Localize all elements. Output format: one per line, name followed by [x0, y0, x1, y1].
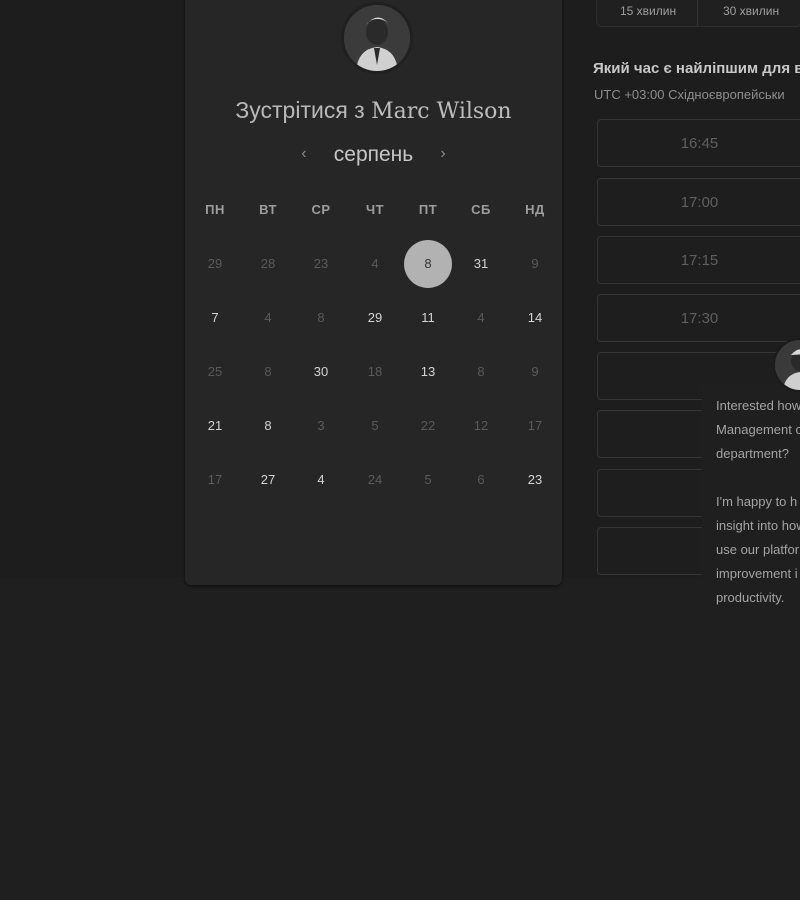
time-slot[interactable]: 16:45 [597, 119, 800, 167]
calendar-card: Зустрітися з Marc Wilson ‹ серпень › ПН … [185, 0, 562, 585]
weekday-label: ПТ [418, 202, 438, 217]
unavailable-day: 8 [317, 310, 325, 325]
host-name: Marc Wilson [371, 99, 512, 124]
chevron-right-icon[interactable]: › [433, 145, 453, 163]
duration-30-button[interactable]: 30 хвилин [723, 4, 779, 18]
time-slot[interactable]: 17:00 [597, 178, 800, 226]
month-label: серпень [333, 143, 414, 166]
unavailable-day: 3 [317, 418, 325, 433]
unavailable-day: 9 [531, 256, 539, 271]
chat-line: Management c [716, 422, 800, 437]
available-day[interactable]: 11 [403, 293, 453, 343]
unavailable-day: 28 [260, 256, 276, 271]
unavailable-day: 9 [531, 364, 539, 379]
time-question: Який час є найліпшим для в [593, 60, 800, 77]
time-slot-label: 16:45 [680, 135, 719, 152]
weekday-label: ПН [205, 202, 225, 217]
unavailable-day: 25 [207, 364, 223, 379]
weekday-label: НД [525, 202, 545, 217]
available-day[interactable]: 7 [190, 293, 240, 343]
unavailable-day: 17 [527, 418, 543, 433]
chat-line [716, 466, 800, 490]
unavailable-day: 18 [367, 364, 383, 379]
available-day[interactable]: 30 [296, 347, 346, 397]
time-slot-label: 17:00 [680, 194, 719, 211]
chat-line: department? [716, 446, 789, 461]
host-avatar [341, 2, 413, 74]
weekday-label: СР [311, 202, 331, 217]
available-day[interactable]: 21 [190, 401, 240, 451]
month-navigation: ‹ серпень › [185, 143, 562, 167]
available-day[interactable]: 23 [510, 455, 560, 505]
page-title: Зустрітися з Marc Wilson [185, 97, 562, 124]
chevron-left-icon[interactable]: ‹ [294, 145, 314, 163]
title-prefix: Зустрітися з [235, 97, 365, 123]
available-day[interactable]: 4 [296, 455, 346, 505]
time-slot-label: 17:30 [680, 310, 719, 327]
available-day[interactable]: 14 [510, 293, 560, 343]
available-day[interactable]: 31 [456, 239, 506, 289]
chat-line: productivity. [716, 590, 785, 605]
chat-line: insight into how [716, 518, 800, 533]
weekday-label: ЧТ [365, 202, 385, 217]
unavailable-day: 23 [313, 256, 329, 271]
duration-selector: 15 хвилин 30 хвилин [596, 0, 800, 27]
chat-line: Interested how [716, 398, 800, 413]
weekday-label: ВТ [259, 202, 277, 217]
unavailable-day: 17 [207, 472, 223, 487]
time-slot-label: 17:15 [680, 252, 719, 269]
unavailable-day: 8 [264, 364, 272, 379]
duration-15-button[interactable]: 15 хвилин [620, 4, 676, 18]
duration-divider [697, 0, 698, 26]
chat-line: use our platfor [716, 542, 800, 557]
timezone-label[interactable]: UTC +03:00 Східноєвропейськи [594, 87, 785, 102]
unavailable-day: 4 [371, 256, 379, 271]
unavailable-day: 24 [367, 472, 383, 487]
available-day[interactable]: 27 [243, 455, 293, 505]
chat-line: improvement i [716, 566, 798, 581]
unavailable-day: 4 [264, 310, 272, 325]
unavailable-day: 5 [424, 472, 432, 487]
unavailable-day: 6 [477, 472, 485, 487]
selected-day[interactable]: 8 [403, 239, 453, 289]
chat-message: Interested how Management c department? … [716, 394, 800, 610]
unavailable-day: 5 [371, 418, 379, 433]
available-day[interactable]: 8 [243, 401, 293, 451]
unavailable-day: 22 [420, 418, 436, 433]
unavailable-day: 12 [473, 418, 489, 433]
available-day[interactable]: 13 [403, 347, 453, 397]
unavailable-day: 29 [207, 256, 223, 271]
time-slot[interactable]: 17:15 [597, 236, 800, 284]
unavailable-day: 4 [477, 310, 485, 325]
time-slot[interactable]: 17:30 [597, 294, 800, 342]
weekday-label: СБ [471, 202, 491, 217]
chat-line: I'm happy to h [716, 494, 798, 509]
unavailable-day: 8 [477, 364, 485, 379]
available-day[interactable]: 29 [350, 293, 400, 343]
